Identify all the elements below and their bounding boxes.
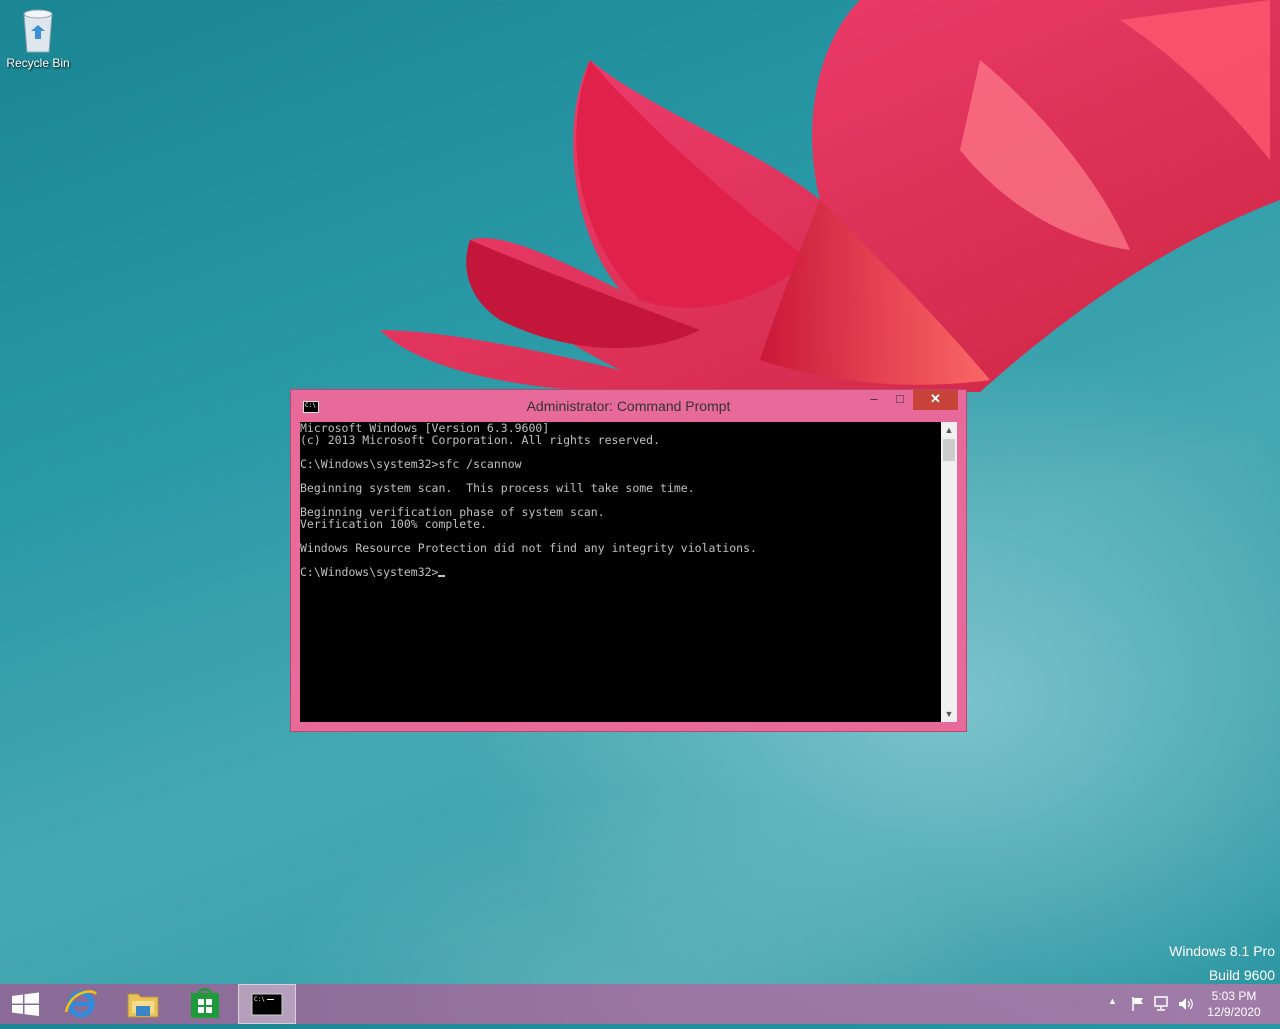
console-output[interactable]: Microsoft Windows [Version 6.3.9600] (c)… bbox=[300, 422, 941, 722]
command-prompt-icon: C:\ bbox=[251, 993, 283, 1016]
show-hidden-icons-icon[interactable]: ▲ bbox=[1108, 996, 1117, 1006]
start-button[interactable] bbox=[0, 984, 58, 1024]
taskbar-command-prompt[interactable]: C:\ bbox=[238, 984, 296, 1024]
text-cursor bbox=[438, 575, 446, 577]
wallpaper-flower bbox=[380, 0, 1280, 392]
console-line: Beginning system scan. This process will… bbox=[300, 481, 695, 495]
desktop-icon-label: Recycle Bin bbox=[6, 56, 70, 70]
taskbar-internet-explorer[interactable] bbox=[52, 984, 110, 1024]
folder-icon bbox=[127, 993, 159, 1018]
console-line: Verification 100% complete. bbox=[300, 517, 487, 531]
vertical-scrollbar[interactable]: ▲ ▼ bbox=[941, 422, 957, 722]
taskbar-store[interactable] bbox=[176, 984, 234, 1024]
console-prompt-line: C:\Windows\system32> bbox=[300, 566, 941, 578]
network-icon[interactable] bbox=[1153, 996, 1171, 1012]
window-titlebar[interactable]: Administrator: Command Prompt – □ ✕ bbox=[291, 390, 966, 420]
scroll-down-arrow-icon[interactable]: ▼ bbox=[941, 706, 957, 722]
taskbar-file-explorer[interactable] bbox=[114, 984, 172, 1024]
console-line: C:\Windows\system32>sfc /scannow bbox=[300, 457, 522, 471]
maximize-button[interactable]: □ bbox=[889, 390, 911, 410]
command-prompt-window[interactable]: Administrator: Command Prompt – □ ✕ Micr… bbox=[290, 389, 967, 732]
clock-date: 12/9/2020 bbox=[1207, 1005, 1261, 1019]
watermark-edition: Windows 8.1 Pro bbox=[1169, 943, 1275, 959]
desktop-icon-recycle-bin[interactable]: Recycle Bin bbox=[4, 6, 72, 70]
minimize-button[interactable]: – bbox=[863, 390, 885, 410]
volume-icon[interactable] bbox=[1177, 996, 1195, 1012]
action-center-flag-icon[interactable] bbox=[1130, 996, 1146, 1012]
svg-text:C:\: C:\ bbox=[254, 996, 265, 1003]
windows-version-watermark: Windows 8.1 Pro Build 9600 bbox=[1169, 939, 1275, 987]
console-line: Windows Resource Protection did not find… bbox=[300, 541, 757, 555]
scroll-thumb[interactable] bbox=[943, 439, 955, 461]
close-button[interactable]: ✕ bbox=[913, 390, 958, 410]
windows-logo-icon bbox=[12, 992, 39, 1016]
taskbar: C:\ ▲ 5:03 PM 12/9/2020 bbox=[0, 984, 1280, 1024]
recycle-bin-icon bbox=[18, 6, 58, 54]
scroll-up-arrow-icon[interactable]: ▲ bbox=[941, 422, 957, 438]
console-prompt: C:\Windows\system32> bbox=[300, 565, 439, 579]
console-line: (c) 2013 Microsoft Corporation. All righ… bbox=[300, 433, 661, 447]
taskbar-clock[interactable]: 5:03 PM 12/9/2020 bbox=[1198, 988, 1270, 1020]
store-icon bbox=[191, 988, 219, 1018]
internet-explorer-icon bbox=[64, 990, 98, 1018]
clock-time: 5:03 PM bbox=[1211, 989, 1257, 1003]
